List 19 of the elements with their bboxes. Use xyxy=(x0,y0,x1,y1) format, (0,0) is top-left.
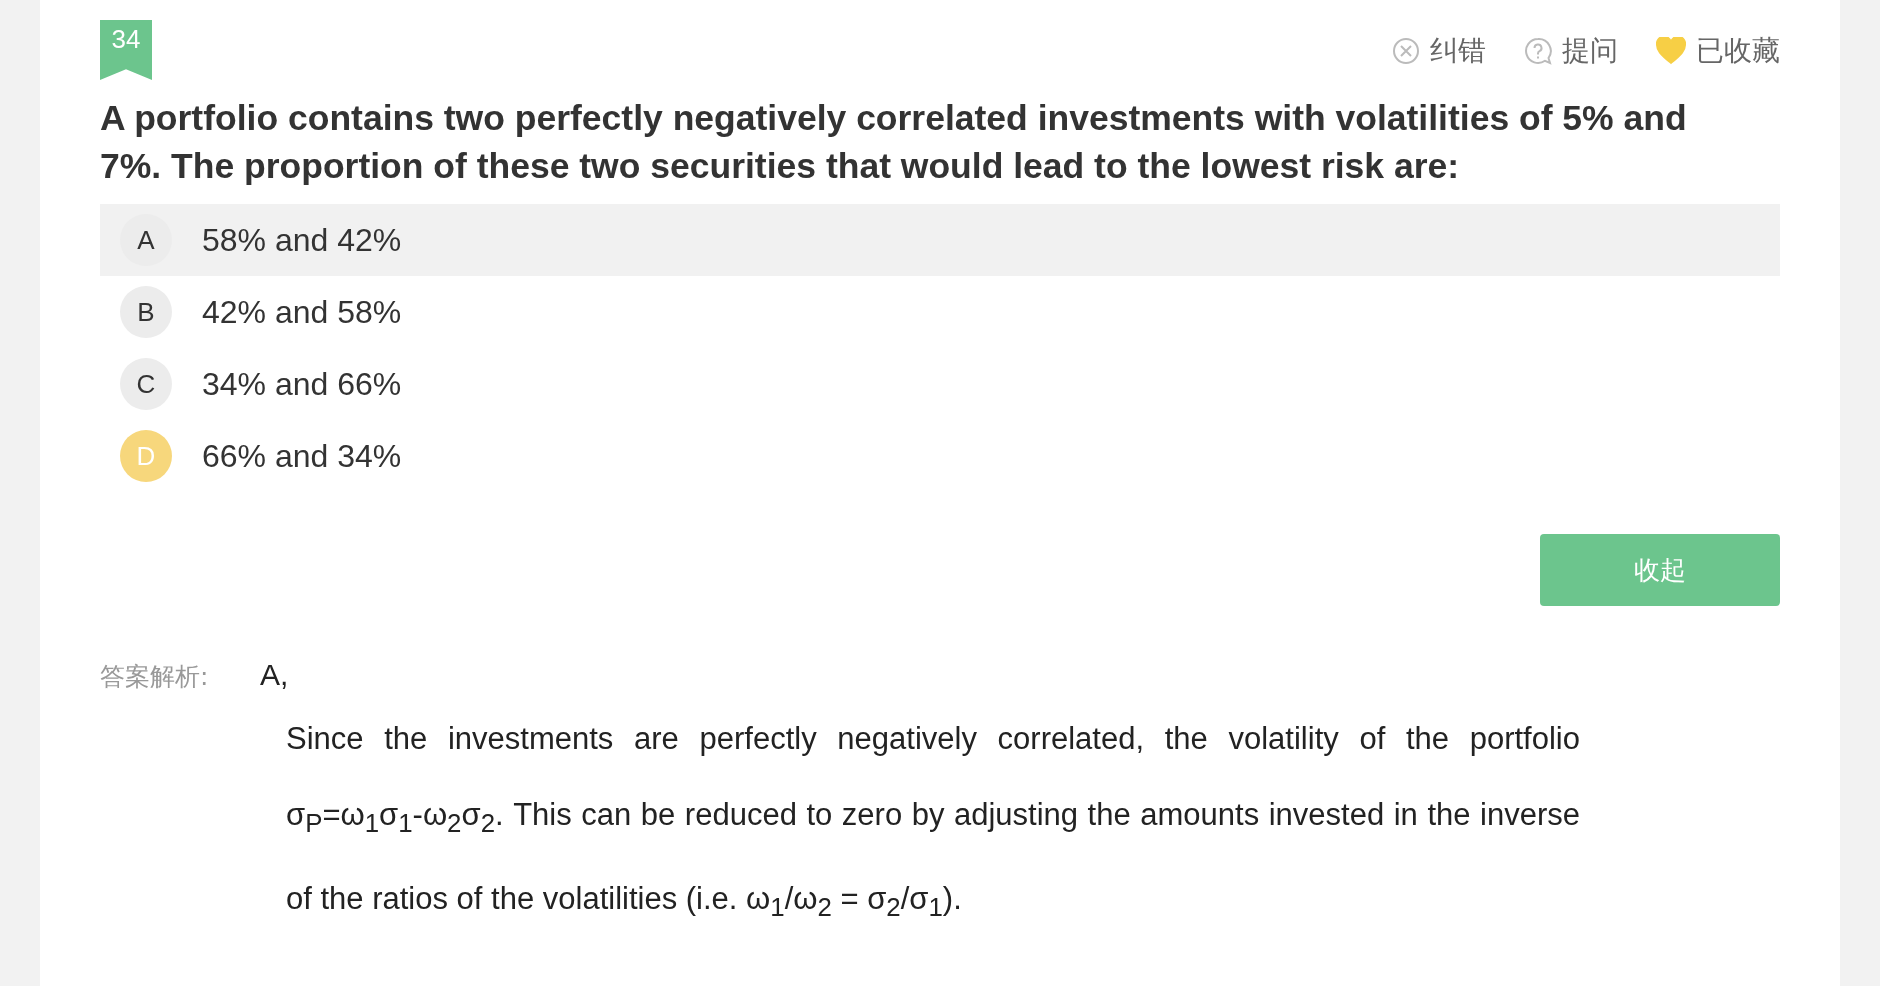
option-text: 58% and 42% xyxy=(202,221,402,259)
question-bubble-icon xyxy=(1524,37,1552,65)
option-letter: B xyxy=(120,286,172,338)
analysis-label: 答案解析: xyxy=(100,661,210,693)
option-text: 34% and 66% xyxy=(202,365,402,403)
option-letter: A xyxy=(120,214,172,266)
question-number-badge: 34 xyxy=(100,20,152,80)
question-text: A portfolio contains two perfectly negatively correlated investments with volatilities of 5% and 7%. The proportion of these two securities that would lead to the lowest risk are: xyxy=(100,97,1688,188)
favorite-button[interactable]: 已收藏 xyxy=(1656,32,1780,70)
answer-text: A, xyxy=(260,658,289,692)
option-text: 66% and 34% xyxy=(202,437,402,475)
answer-option[interactable]: A 58% and 42% xyxy=(100,204,1780,276)
option-letter: D xyxy=(120,430,172,482)
option-letter: C xyxy=(120,358,172,410)
ask-question-button[interactable]: 提问 xyxy=(1524,32,1618,70)
explanation-text: Since the investments are perfectly negatively correlated, the volatility of the portfolio σ$_{P}$=ω$_{1}$σ$_{1}$-ω$_{2}$σ$_{2}$. This can be reduced to zero by adjusting the amounts invested in the inverse of the ratios of the volatilities (i.e. ω$_{1}$/ω$_{2}$ = σ$_{2}$/σ$_{1}$). xyxy=(286,720,1580,924)
close-circle-icon xyxy=(1392,37,1420,65)
option-text: 42% and 58% xyxy=(202,293,402,331)
report-error-button[interactable]: 纠错 xyxy=(1392,32,1486,70)
